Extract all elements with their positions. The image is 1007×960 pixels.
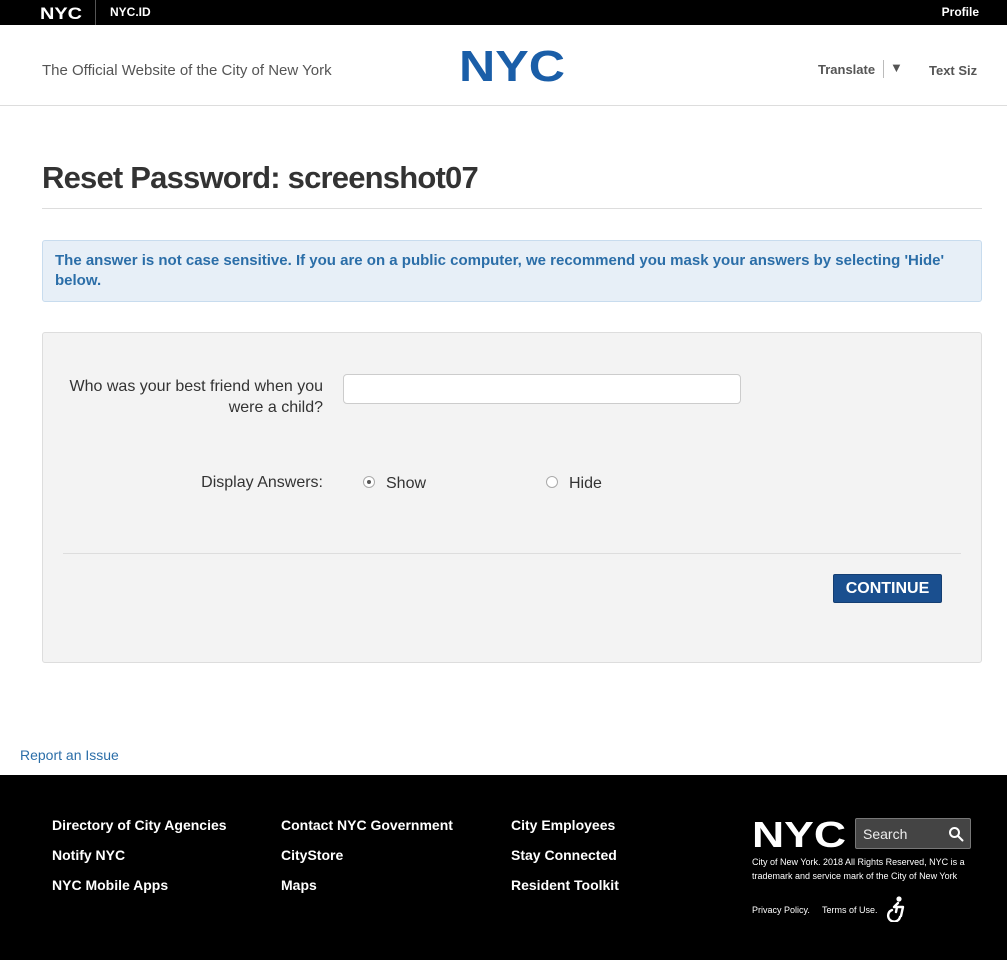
footer-copyright: City of New York. 2018 All Rights Reserv…: [752, 857, 965, 881]
nycid-link[interactable]: NYC.ID: [110, 5, 151, 19]
chevron-down-icon[interactable]: ▼: [890, 60, 903, 75]
svg-text:NYC: NYC: [752, 819, 846, 849]
topbar-divider: [95, 0, 96, 25]
translate-divider: [883, 60, 884, 78]
translate-link[interactable]: Translate: [818, 62, 875, 77]
show-answers-label[interactable]: Show: [386, 475, 426, 493]
site-header: The Official Website of the City of New …: [0, 25, 1007, 106]
footer-link-notify[interactable]: Notify NYC: [52, 847, 125, 863]
title-divider: [42, 208, 982, 209]
site-tagline: The Official Website of the City of New …: [42, 62, 332, 79]
footer-search: [855, 818, 971, 849]
security-answer-input[interactable]: [343, 374, 741, 404]
nyc-logo-icon[interactable]: NYC: [40, 4, 82, 21]
footer-link-citystore[interactable]: CityStore: [281, 847, 343, 863]
show-answers-radio[interactable]: [363, 476, 375, 488]
privacy-policy-link[interactable]: Privacy Policy.: [752, 905, 810, 915]
footer-link-mobile-apps[interactable]: NYC Mobile Apps: [52, 877, 168, 893]
page-title: Reset Password: screenshot07: [42, 160, 479, 195]
security-question-label: Who was your best friend when you were a…: [69, 378, 323, 416]
continue-button[interactable]: CONTINUE: [833, 574, 942, 603]
nyc-logo[interactable]: NYC: [459, 47, 565, 84]
footer-link-contact[interactable]: Contact NYC Government: [281, 817, 453, 833]
site-footer: Directory of City Agencies Notify NYC NY…: [0, 775, 1007, 960]
display-answers-label: Display Answers:: [201, 474, 323, 491]
profile-link[interactable]: Profile: [942, 5, 979, 19]
svg-text:NYC: NYC: [459, 47, 565, 84]
footer-link-stay-connected[interactable]: Stay Connected: [511, 847, 617, 863]
footer-search-input[interactable]: [856, 819, 942, 848]
form-divider: [63, 553, 961, 554]
security-question-form: Who was your best friend when you were a…: [42, 332, 982, 663]
footer-link-maps[interactable]: Maps: [281, 877, 317, 893]
info-notice: The answer is not case sensitive. If you…: [42, 240, 982, 302]
report-issue-link[interactable]: Report an Issue: [20, 747, 119, 763]
footer-link-resident-toolkit[interactable]: Resident Toolkit: [511, 877, 619, 893]
text-size-link[interactable]: Text Siz: [929, 63, 977, 78]
footer-link-directory[interactable]: Directory of City Agencies: [52, 817, 227, 833]
hide-answers-radio[interactable]: [546, 476, 558, 488]
terms-of-use-link[interactable]: Terms of Use.: [822, 905, 878, 915]
footer-nyc-logo[interactable]: NYC: [752, 819, 846, 849]
footer-link-city-employees[interactable]: City Employees: [511, 817, 615, 833]
top-bar: NYC NYC.ID Profile: [0, 0, 1007, 25]
notice-text: The answer is not case sensitive. If you…: [55, 252, 945, 289]
search-icon[interactable]: [948, 826, 964, 842]
svg-text:NYC: NYC: [40, 4, 82, 21]
hide-answers-label[interactable]: Hide: [569, 475, 602, 493]
accessibility-icon[interactable]: [886, 896, 908, 922]
